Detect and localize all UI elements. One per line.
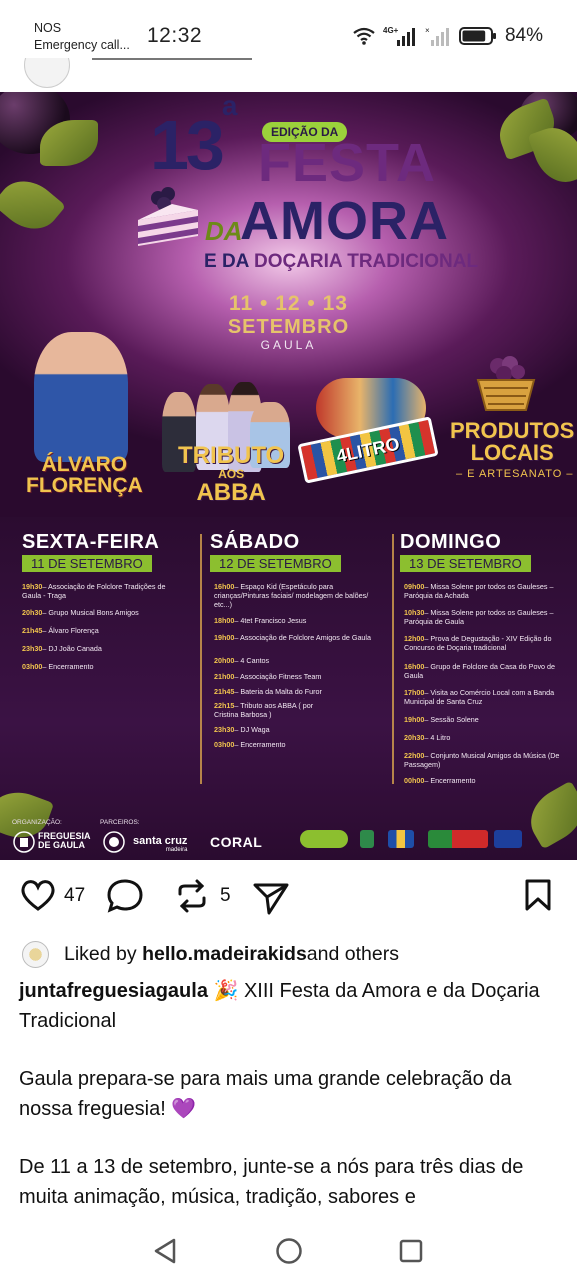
schedule-item: 23h30– DJ Waga — [214, 725, 270, 734]
home-icon[interactable] — [274, 1236, 304, 1266]
clock: 12:32 — [147, 24, 203, 47]
repost-icon[interactable] — [174, 878, 210, 914]
freguesia-crest-icon — [13, 831, 35, 853]
schedule-item: 20h30– 4 Litro — [404, 733, 451, 742]
status-icons: 4G+ × 84% — [353, 24, 543, 48]
caption-username[interactable]: juntafreguesiagaula — [19, 980, 208, 1002]
wifi-icon — [353, 27, 375, 45]
schedule-item: 20h00– 4 Cantos — [214, 656, 270, 665]
schedule-item: 23h30– DJ João Canada — [22, 644, 102, 653]
schedule-item: 20h30– Grupo Musical Bons Amigos — [22, 608, 139, 617]
liker-avatar — [22, 940, 49, 968]
schedule-item: 03h00– Encerramento — [22, 662, 94, 671]
caption-emoji: 🎉 — [213, 980, 239, 1002]
schedule-item: 21h45– Bateria da Malta do Furor — [214, 687, 322, 696]
schedule-item: 19h30– Associação de Folclore Tradições … — [22, 582, 166, 600]
day-saturday: SÁBADO 12 DE SETEMBRO — [210, 532, 341, 573]
header-text-remnant — [92, 58, 252, 60]
like-icon[interactable] — [20, 878, 56, 912]
liked-by-user[interactable]: hello.madeirakids — [142, 943, 307, 966]
day-title: SÁBADO — [210, 531, 300, 553]
caption-paragraph: De 11 a 13 de setembro, junte-se a nós p… — [19, 1156, 524, 1208]
liked-by-prefix: Liked by — [64, 942, 137, 965]
schedule-item: 21h00– Associação Fitness Team — [214, 672, 322, 681]
day-date: 13 DE SETEMBRO — [400, 555, 531, 572]
network-type: 4G+ — [383, 26, 399, 35]
bookmark-icon[interactable] — [524, 878, 552, 912]
signal-icon: 4G+ — [383, 26, 415, 46]
schedule-item: 09h00– Missa Solene por todos os Gaulese… — [404, 582, 554, 600]
day-date: 11 DE SETEMBRO — [22, 555, 152, 572]
svg-text:×: × — [425, 26, 430, 35]
comment-icon[interactable] — [106, 878, 144, 914]
divider — [200, 534, 202, 784]
artesanato-label: – E ARTESANATO – — [456, 468, 574, 480]
schedule-item: 03h00– Encerramento — [214, 740, 286, 749]
schedule-item: 19h00– Sessão Solene — [404, 715, 479, 724]
edition-number: 13a — [150, 92, 238, 184]
schedule-item: 21h45– Álvaro Florença — [22, 626, 99, 635]
freguesia-logo: FREGUESIA DE GAULA — [38, 831, 91, 850]
battery-icon — [458, 27, 496, 45]
title-da: DA — [205, 216, 243, 246]
schedule-item: 17h00– Visita ao Comércio Local com a Ba… — [404, 688, 555, 706]
schedule-item: 10h30– Missa Solene por todos os Gaulese… — [404, 608, 554, 626]
schedule-item: 22h00– Conjunto Musical Amigos da Música… — [404, 751, 560, 769]
carrier-sub: Emergency call... — [34, 38, 130, 52]
day-title: SEXTA-FEIRA — [22, 531, 160, 553]
santa-cruz-logo: santa cruz madeira — [133, 835, 188, 853]
schedule-item: 16h00– Espaço Kid (Espetáculo para crian… — [214, 582, 369, 609]
battery-percent: 84% — [504, 25, 543, 46]
madeira-flag-icon — [388, 830, 414, 848]
title-festa: FESTA — [258, 133, 436, 193]
day-date: 12 DE SETEMBRO — [210, 555, 341, 572]
post-image[interactable]: 13a EDIÇÃO DA FESTA DA AMORA E DA DOÇARI… — [0, 92, 577, 860]
coral-logo: CORAL — [210, 834, 263, 850]
schedule-item: 00h00– Encerramento — [404, 776, 476, 785]
back-icon[interactable] — [150, 1236, 180, 1266]
post-actions — [0, 870, 577, 926]
event-dates: 11 • 12 • 13 — [229, 292, 348, 315]
system-nav-bar — [0, 1220, 577, 1280]
liked-by-suffix: and others — [306, 942, 399, 965]
portugal-logo — [428, 830, 488, 848]
organizacao-label: ORGANIZAÇÃO: — [12, 819, 62, 826]
day-title: DOMINGO — [400, 531, 502, 553]
like-count[interactable]: 47 — [64, 885, 85, 907]
share-icon[interactable] — [252, 880, 290, 916]
title-amora: AMORA — [240, 191, 449, 251]
eu-flag-icon — [494, 830, 522, 848]
recents-icon[interactable] — [396, 1236, 426, 1266]
municipio-crest-icon — [103, 831, 125, 853]
liked-by[interactable]: Liked by hello.madeirakids and others — [22, 940, 399, 968]
repost-count[interactable]: 5 — [220, 885, 231, 907]
subtitle: E DA DOÇARIA TRADICIONAL — [204, 251, 479, 272]
artist-abba: TRIBUTO AOS ABBA — [178, 442, 285, 506]
schedule-item: 19h00– Associação de Folclore Amigos de … — [214, 633, 372, 642]
cake-icon — [138, 187, 198, 246]
post-caption: juntafreguesiagaula 🎉 XIII Festa da Amor… — [19, 976, 559, 1036]
parceiros-label: PARCEIROS: — [100, 819, 140, 826]
sponsor-logo — [360, 830, 374, 848]
divider — [392, 534, 394, 784]
leaf-decoration — [0, 168, 66, 242]
signal-no-service-icon: × — [425, 26, 449, 46]
artist-alvaro: ÁLVARO FLORENÇA — [26, 453, 143, 498]
schedule-item: 12h00– Prova de Degustação - XIV Edição … — [404, 634, 552, 652]
status-bar: NOS Emergency call... 12:32 4G+ × 84% — [0, 0, 577, 58]
carrier-info: NOS Emergency call... — [34, 20, 130, 54]
post-header — [0, 58, 577, 92]
schedule-item: 18h00– 4tet Francisco Jesus — [214, 616, 307, 625]
basket-icon — [476, 356, 536, 411]
schedule-item: 16h00– Grupo de Folclore da Casa do Povo… — [404, 662, 556, 680]
sponsor-logo — [300, 830, 348, 848]
artist-photo-alvaro — [34, 332, 128, 462]
day-friday: SEXTA-FEIRA 11 DE SETEMBRO — [22, 532, 159, 573]
carrier-name: NOS — [34, 21, 62, 35]
caption-paragraph: Gaula prepara-se para mais uma grande ce… — [19, 1068, 512, 1120]
schedule-item: 22h15– Tributo aos ABBA ( por Cristina B… — [214, 701, 314, 719]
day-sunday: DOMINGO 13 DE SETEMBRO — [400, 532, 531, 573]
produtos-locais: PRODUTOS LOCAIS — [450, 418, 575, 466]
